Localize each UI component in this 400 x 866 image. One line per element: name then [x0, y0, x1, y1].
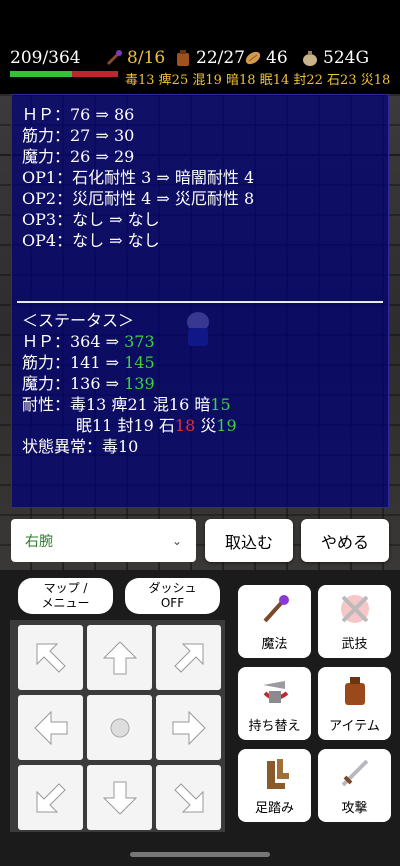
wand-icon	[263, 595, 289, 623]
dpad-left[interactable]	[18, 695, 83, 760]
status-str: 筋力：141 ⇒ 145	[22, 353, 155, 372]
sword-icon	[341, 759, 368, 787]
hp-gauge-fill	[10, 71, 72, 77]
equip-slot-select[interactable]: 右腕 ⌄	[11, 519, 196, 562]
arrow-down-right-icon	[173, 782, 203, 812]
status-resist-2: 眠11 封19 石18 災19	[76, 416, 237, 435]
cancel-button[interactable]: やめる	[301, 519, 389, 562]
bread-icon	[243, 48, 263, 68]
str-new-value: 145	[124, 353, 155, 372]
compare-line-mag: 魔力：26 ⇒ 29	[22, 147, 135, 166]
resist-summary: 毒13 痺25 混19 暗18 眠14 封22 石23 災18	[125, 73, 391, 88]
compare-line-str: 筋力：27 ⇒ 30	[22, 126, 135, 145]
dpad-up-right[interactable]	[156, 625, 221, 690]
equipment-compare-window: ＨＰ：76 ⇒ 86 筋力：27 ⇒ 30 魔力：26 ⇒ 29 OP1：石化耐…	[11, 94, 389, 508]
swap-icon	[262, 681, 288, 703]
mag-new-value: 139	[124, 374, 155, 393]
arrow-down-left-icon	[36, 782, 66, 812]
crossed-swords-icon	[340, 595, 369, 623]
attack-button[interactable]: 攻撃	[318, 749, 391, 822]
home-indicator	[130, 852, 270, 857]
status-bar: 209/364 8/16 22/27 46 524G 毒13 痺25 混19 暗…	[0, 40, 400, 90]
chevron-down-icon: ⌄	[171, 533, 182, 548]
boots-icon	[266, 759, 289, 789]
hp-new-value: 373	[124, 332, 155, 351]
bag-icon	[344, 677, 365, 705]
circle-icon	[110, 718, 129, 737]
hp-gauge	[10, 71, 118, 77]
dpad-up[interactable]	[87, 625, 152, 690]
arrow-right-icon	[172, 710, 206, 745]
dpad-up-left[interactable]	[18, 625, 83, 690]
status-hp: ＨＰ：364 ⇒ 373	[22, 332, 155, 351]
dpad-down[interactable]	[87, 765, 152, 830]
compare-line-op1: OP1：石化耐性 3 ⇒ 暗闇耐性 4	[22, 168, 255, 187]
bag-capacity: 22/27	[173, 48, 245, 68]
swap-weapon-button[interactable]: 持ち替え	[238, 667, 311, 740]
arrow-down-icon	[102, 781, 137, 815]
dpad-right[interactable]	[156, 695, 221, 760]
wand-icon	[104, 48, 124, 68]
arrow-up-icon	[102, 640, 137, 674]
hp-value: 209/364	[10, 48, 81, 68]
status-mag: 魔力：136 ⇒ 139	[22, 374, 155, 393]
food-count: 46	[243, 48, 288, 68]
weapon-durability: 8/16	[104, 48, 165, 68]
step-button[interactable]: 足踏み	[238, 749, 311, 822]
item-button[interactable]: アイテム	[318, 667, 391, 740]
magic-button[interactable]: 魔法	[238, 585, 311, 658]
bag-icon	[173, 48, 193, 68]
status-header: ＜ステータス＞	[22, 311, 135, 330]
dpad-down-right[interactable]	[156, 765, 221, 830]
map-menu-button[interactable]: マップ / メニュー	[18, 578, 113, 614]
skill-button[interactable]: 武技	[318, 585, 391, 658]
coin-bag-icon	[300, 48, 320, 68]
arrow-up-left-icon	[36, 643, 66, 673]
gold-amount: 524G	[300, 48, 369, 68]
window-divider	[17, 301, 383, 303]
compare-line-hp: ＨＰ：76 ⇒ 86	[22, 105, 135, 124]
dpad-down-left[interactable]	[18, 765, 83, 830]
dash-toggle-button[interactable]: ダッシュ OFF	[125, 578, 220, 614]
status-resist-1: 耐性：毒13 痺21 混16 暗15	[22, 395, 231, 414]
confirm-button[interactable]: 取込む	[205, 519, 293, 562]
status-ailment: 状態異常：毒10	[22, 437, 139, 456]
compare-line-op3: OP3：なし ⇒ なし	[22, 210, 160, 229]
compare-line-op2: OP2：災厄耐性 4 ⇒ 災厄耐性 8	[22, 189, 255, 208]
arrow-left-icon	[33, 710, 67, 745]
dpad-center[interactable]	[87, 695, 152, 760]
compare-line-op4: OP4：なし ⇒ なし	[22, 231, 160, 250]
arrow-up-right-icon	[173, 643, 203, 673]
